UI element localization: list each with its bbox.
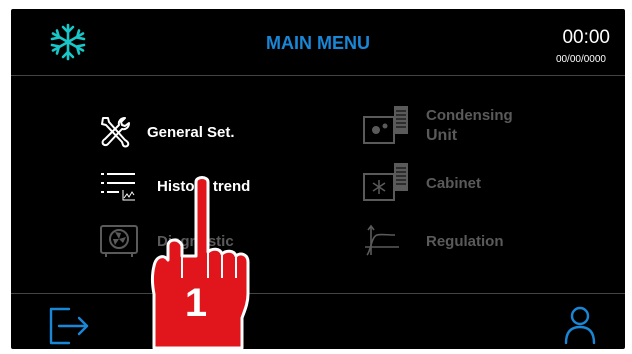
menu-condensing-unit-label-line1: Condensing: [426, 107, 513, 124]
menu-cabinet[interactable]: Cabinet: [361, 161, 481, 205]
menu-general-settings-label: General Set.: [147, 123, 235, 141]
menu-condensing-unit[interactable]: Condensing Unit: [361, 101, 513, 151]
logout-icon[interactable]: [47, 303, 91, 347]
page-title: MAIN MENU: [266, 33, 370, 53]
controller-screen: MAIN MENU 00:00 00/00/0000 General Set.: [11, 9, 625, 349]
regulation-curve-icon: [365, 224, 399, 256]
menu-condensing-unit-label: Condensing Unit: [426, 107, 513, 145]
menu-cabinet-label: Cabinet: [426, 174, 482, 192]
cabinet-icon: [363, 163, 408, 201]
user-icon[interactable]: [563, 305, 597, 345]
header-divider: [11, 75, 625, 76]
footer-divider: [11, 293, 625, 294]
step-number: 1: [185, 281, 207, 325]
unit-fan-icon: [100, 225, 138, 257]
condensing-unit-icon: [363, 106, 408, 144]
clock-time: 00:00: [562, 27, 610, 48]
pointing-hand-icon: 1: [151, 176, 250, 350]
header-bar: MAIN MENU 00:00 00/00/0000: [11, 9, 625, 75]
menu-condensing-unit-label-line2: Unit: [426, 127, 458, 144]
menu-general-settings[interactable]: General Set.: [97, 112, 235, 152]
wrench-screwdriver-icon: [101, 117, 130, 148]
list-chart-icon: [101, 173, 135, 201]
menu-regulation-label: Regulation: [426, 232, 504, 250]
clock-date: 00/00/0000: [555, 54, 606, 65]
menu-regulation[interactable]: Regulation: [363, 221, 504, 261]
